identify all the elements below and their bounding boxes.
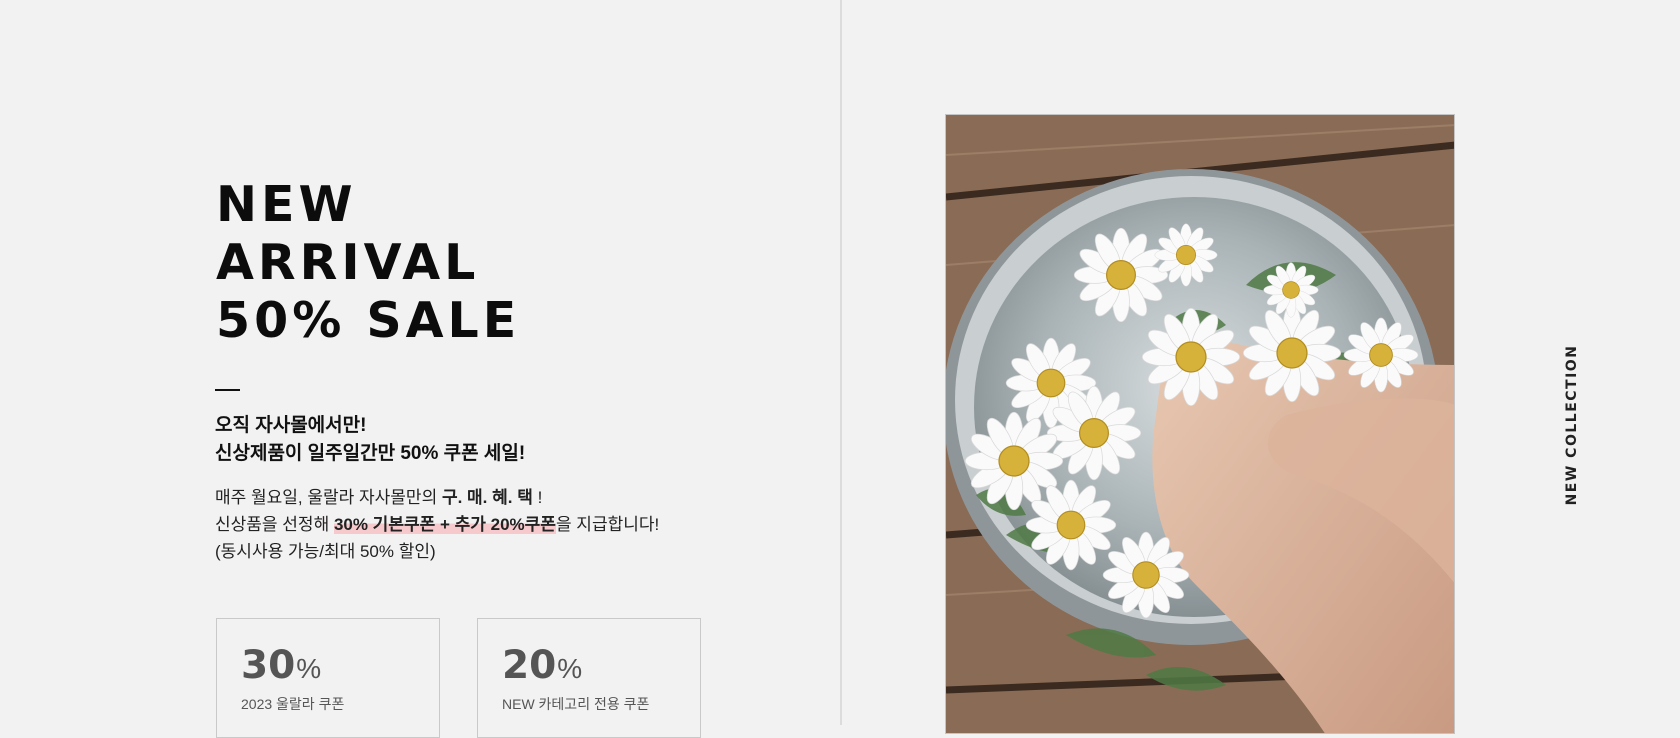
subheading-line-1: 오직 자사몰에서만! — [215, 415, 367, 436]
description-text: 을 지급합니다! — [555, 515, 660, 534]
coupon-label: NEW 카테고리 전용 쿠폰 — [502, 696, 650, 712]
subheading: 오직 자사몰에서만! 신상제품이 일주일간만 50% 쿠폰 세일! — [215, 412, 525, 468]
description-text: ! — [532, 488, 543, 507]
headline-line-3: 50% SALE — [216, 292, 521, 349]
coupon-card-30[interactable]: 30% 2023 울랄라 쿠폰 — [216, 618, 440, 738]
photo-footbath-daisies — [946, 115, 1454, 733]
description-line-3: (동시사용 가능/최대 50% 할인) — [215, 542, 436, 561]
headline-line-2: ARRIVAL — [216, 234, 480, 291]
description-text: 신상품을 선정해 — [215, 515, 334, 534]
new-collection-label: NEW COLLECTION — [1564, 344, 1580, 506]
dash-divider — [215, 389, 240, 391]
description-line-1: 매주 월요일, 울랄라 자사몰만의 구. 매. 혜. 택 ! — [215, 484, 659, 511]
coupon-percent: 30% — [241, 643, 321, 688]
coupon-unit: % — [557, 653, 583, 684]
subheading-line-2: 신상제품이 일주일간만 50% 쿠폰 세일! — [215, 443, 526, 464]
coupon-label: 2023 울랄라 쿠폰 — [241, 696, 345, 712]
description: 매주 월요일, 울랄라 자사몰만의 구. 매. 혜. 택 ! 신상품을 선정해 … — [215, 484, 659, 565]
benefit-emphasis: 구. 매. 혜. 택 — [441, 488, 533, 507]
coupon-amount: 20 — [502, 643, 557, 688]
coupon-amount: 30 — [241, 643, 296, 688]
description-line-2: 신상품을 선정해 30% 기본쿠폰 + 추가 20%쿠폰을 지급합니다! — [215, 511, 659, 538]
coupon-card-20[interactable]: 20% NEW 카테고리 전용 쿠폰 — [477, 618, 701, 738]
product-photo — [945, 114, 1455, 734]
headline-line-1: NEW — [216, 176, 357, 233]
coupon-highlight: 30% 기본쿠폰 + 추가 20%쿠폰 — [333, 515, 556, 534]
coupon-percent: 20% — [502, 643, 582, 688]
description-text: 매주 월요일, 울랄라 자사몰만의 — [215, 488, 442, 507]
coupon-unit: % — [296, 653, 322, 684]
vertical-divider — [840, 0, 842, 725]
headline: NEW ARRIVAL 50% SALE — [216, 176, 520, 350]
